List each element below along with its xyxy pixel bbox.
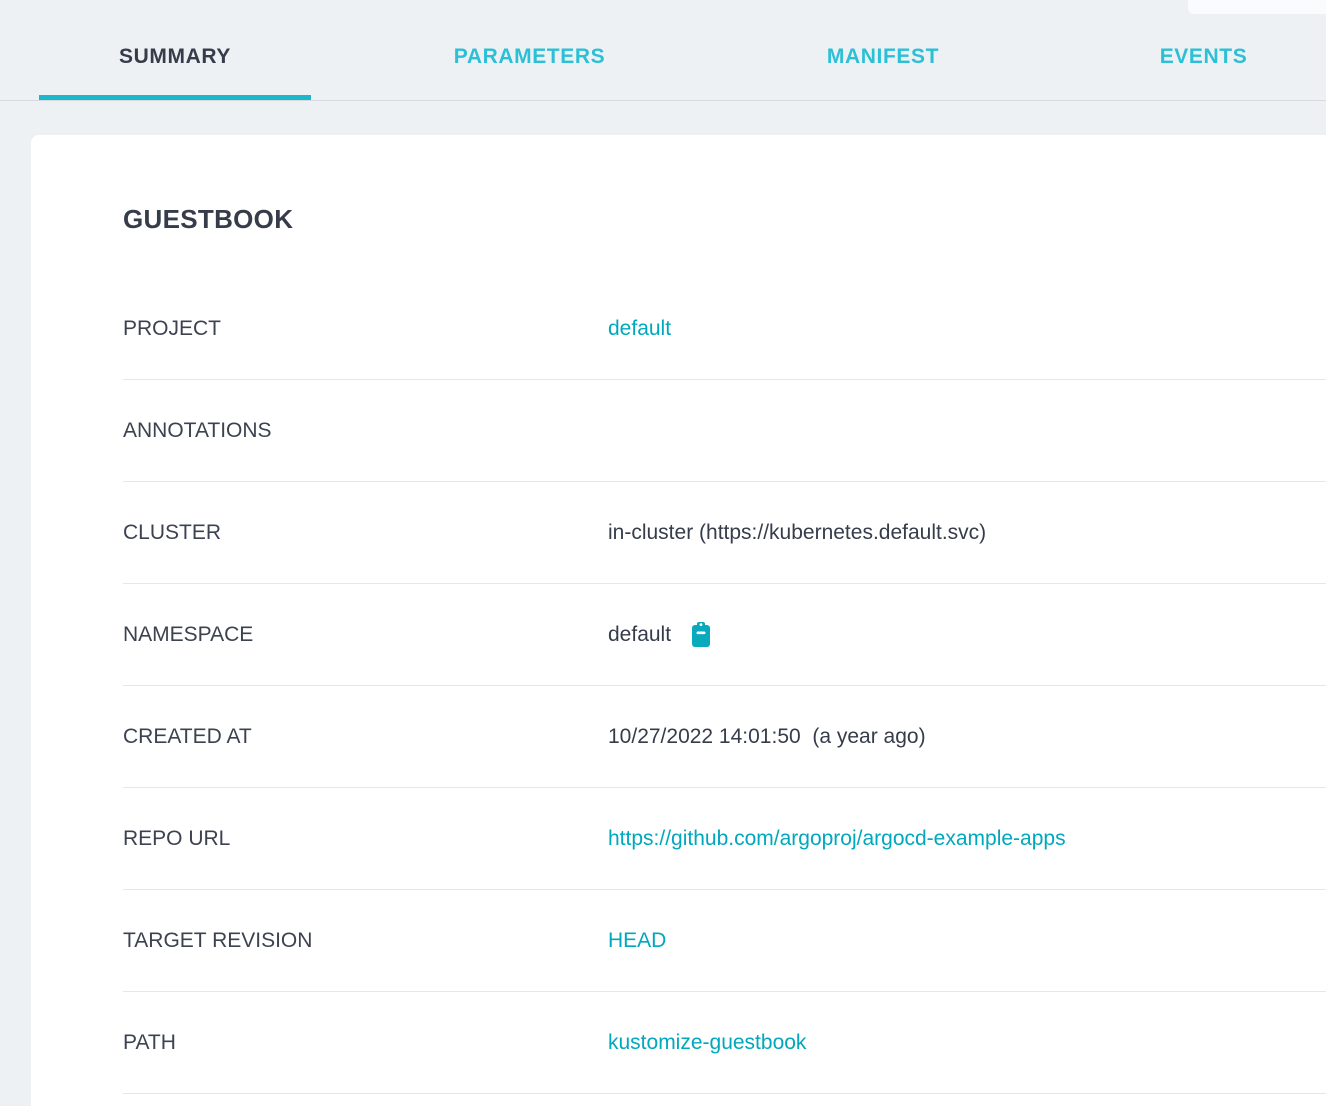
row-cluster: CLUSTER in-cluster (https://kubernetes.d… — [123, 482, 1326, 584]
tab-summary[interactable]: SUMMARY — [39, 14, 311, 100]
row-label: CLUSTER — [123, 521, 608, 545]
project-link[interactable]: default — [608, 317, 671, 341]
copy-namespace-button[interactable] — [690, 621, 712, 648]
created-at-value: 10/27/2022 14:01:50 (a year ago) — [608, 725, 926, 749]
row-label: PATH — [123, 1031, 608, 1055]
target-revision-link[interactable]: HEAD — [608, 929, 666, 953]
row-label: NAMESPACE — [123, 623, 608, 647]
panel-corner — [1188, 0, 1326, 14]
clipboard-icon — [690, 621, 712, 648]
row-namespace: NAMESPACE default — [123, 584, 1326, 686]
path-link[interactable]: kustomize-guestbook — [608, 1031, 806, 1055]
row-target-revision: TARGET REVISION HEAD — [123, 890, 1326, 992]
tab-events[interactable]: EVENTS — [1082, 14, 1325, 100]
tab-parameters[interactable]: PARAMETERS — [375, 14, 684, 100]
row-created-at: CREATED AT 10/27/2022 14:01:50 (a year a… — [123, 686, 1326, 788]
namespace-value: default — [608, 623, 671, 647]
tab-bar: SUMMARY PARAMETERS MANIFEST EVENTS — [0, 0, 1326, 101]
repo-url-link[interactable]: https://github.com/argoproj/argocd-examp… — [608, 827, 1066, 851]
row-repo-url: REPO URL https://github.com/argoproj/arg… — [123, 788, 1326, 890]
tab-manifest[interactable]: MANIFEST — [746, 14, 1020, 100]
row-label: REPO URL — [123, 827, 608, 851]
row-label: ANNOTATIONS — [123, 419, 608, 443]
cluster-value: in-cluster (https://kubernetes.default.s… — [608, 521, 986, 545]
row-path: PATH kustomize-guestbook — [123, 992, 1326, 1094]
row-project: PROJECT default — [123, 278, 1326, 380]
app-title: GUESTBOOK — [123, 204, 1326, 235]
row-annotations: ANNOTATIONS — [123, 380, 1326, 482]
summary-card: GUESTBOOK PROJECT default ANNOTATIONS CL… — [31, 135, 1326, 1106]
row-label: CREATED AT — [123, 725, 608, 749]
row-label: PROJECT — [123, 317, 608, 341]
row-label: TARGET REVISION — [123, 929, 608, 953]
